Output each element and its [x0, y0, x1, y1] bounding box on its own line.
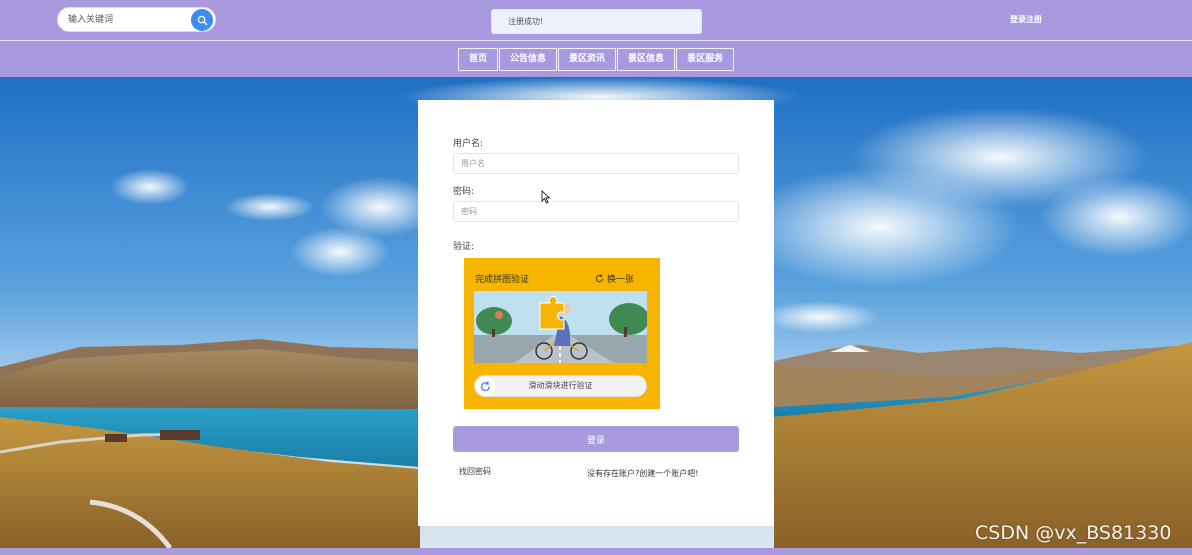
top-bar: 注册成功! 登录注册 — [0, 0, 1192, 41]
password-label: 密码: — [453, 187, 475, 197]
mouse-cursor-icon — [541, 190, 551, 204]
nav-item-home[interactable]: 首页 — [458, 48, 499, 71]
refresh-icon — [481, 380, 491, 391]
nav-item-news[interactable]: 景区资讯 — [558, 48, 617, 71]
search-input[interactable] — [68, 12, 188, 28]
search-icon — [197, 15, 207, 25]
password-input[interactable] — [454, 202, 738, 221]
login-button[interactable]: 登录 — [453, 426, 739, 452]
captcha-panel: 完成拼图验证 换一张 滑动滑块进行验证 — [464, 258, 660, 409]
main-nav: 首页 公告信息 景区资讯 景区信息 景区服务 — [458, 48, 735, 71]
forgot-password-link[interactable]: 找回密码 — [459, 466, 491, 477]
captcha-title: 完成拼图验证 — [475, 275, 530, 285]
captcha-refresh-button[interactable]: 换一张 — [595, 272, 634, 285]
footer-strip — [0, 548, 1192, 555]
captcha-slider[interactable]: 滑动滑块进行验证 — [474, 375, 647, 397]
login-card: 用户名: 密码: 验证: 完成拼图验证 换一张 — [418, 100, 774, 526]
nav-item-services[interactable]: 景区服务 — [676, 48, 735, 71]
slider-hint: 滑动滑块进行验证 — [528, 381, 593, 390]
password-field-wrap — [453, 201, 739, 222]
search-button[interactable] — [191, 9, 213, 31]
captcha-puzzle-image — [474, 291, 647, 363]
username-field-wrap — [453, 153, 739, 174]
username-input[interactable] — [454, 154, 738, 173]
username-label: 用户名: — [453, 139, 484, 149]
success-toast: 注册成功! — [491, 9, 702, 34]
register-link[interactable]: 没有存在账户?创建一个账户吧! — [587, 468, 698, 479]
slider-handle[interactable] — [476, 377, 495, 395]
verify-label: 验证: — [453, 242, 475, 252]
login-register-link[interactable]: 登录注册 — [1010, 14, 1042, 25]
nav-bar: 首页 公告信息 景区资讯 景区信息 景区服务 — [0, 41, 1192, 77]
search-box — [57, 7, 216, 32]
watermark: CSDN @vx_BS81330 — [975, 522, 1172, 544]
nav-item-announcements[interactable]: 公告信息 — [499, 48, 558, 71]
refresh-icon — [595, 274, 604, 283]
captcha-refresh-label: 换一张 — [607, 275, 635, 285]
nav-item-scenic-info[interactable]: 景区信息 — [617, 48, 676, 71]
